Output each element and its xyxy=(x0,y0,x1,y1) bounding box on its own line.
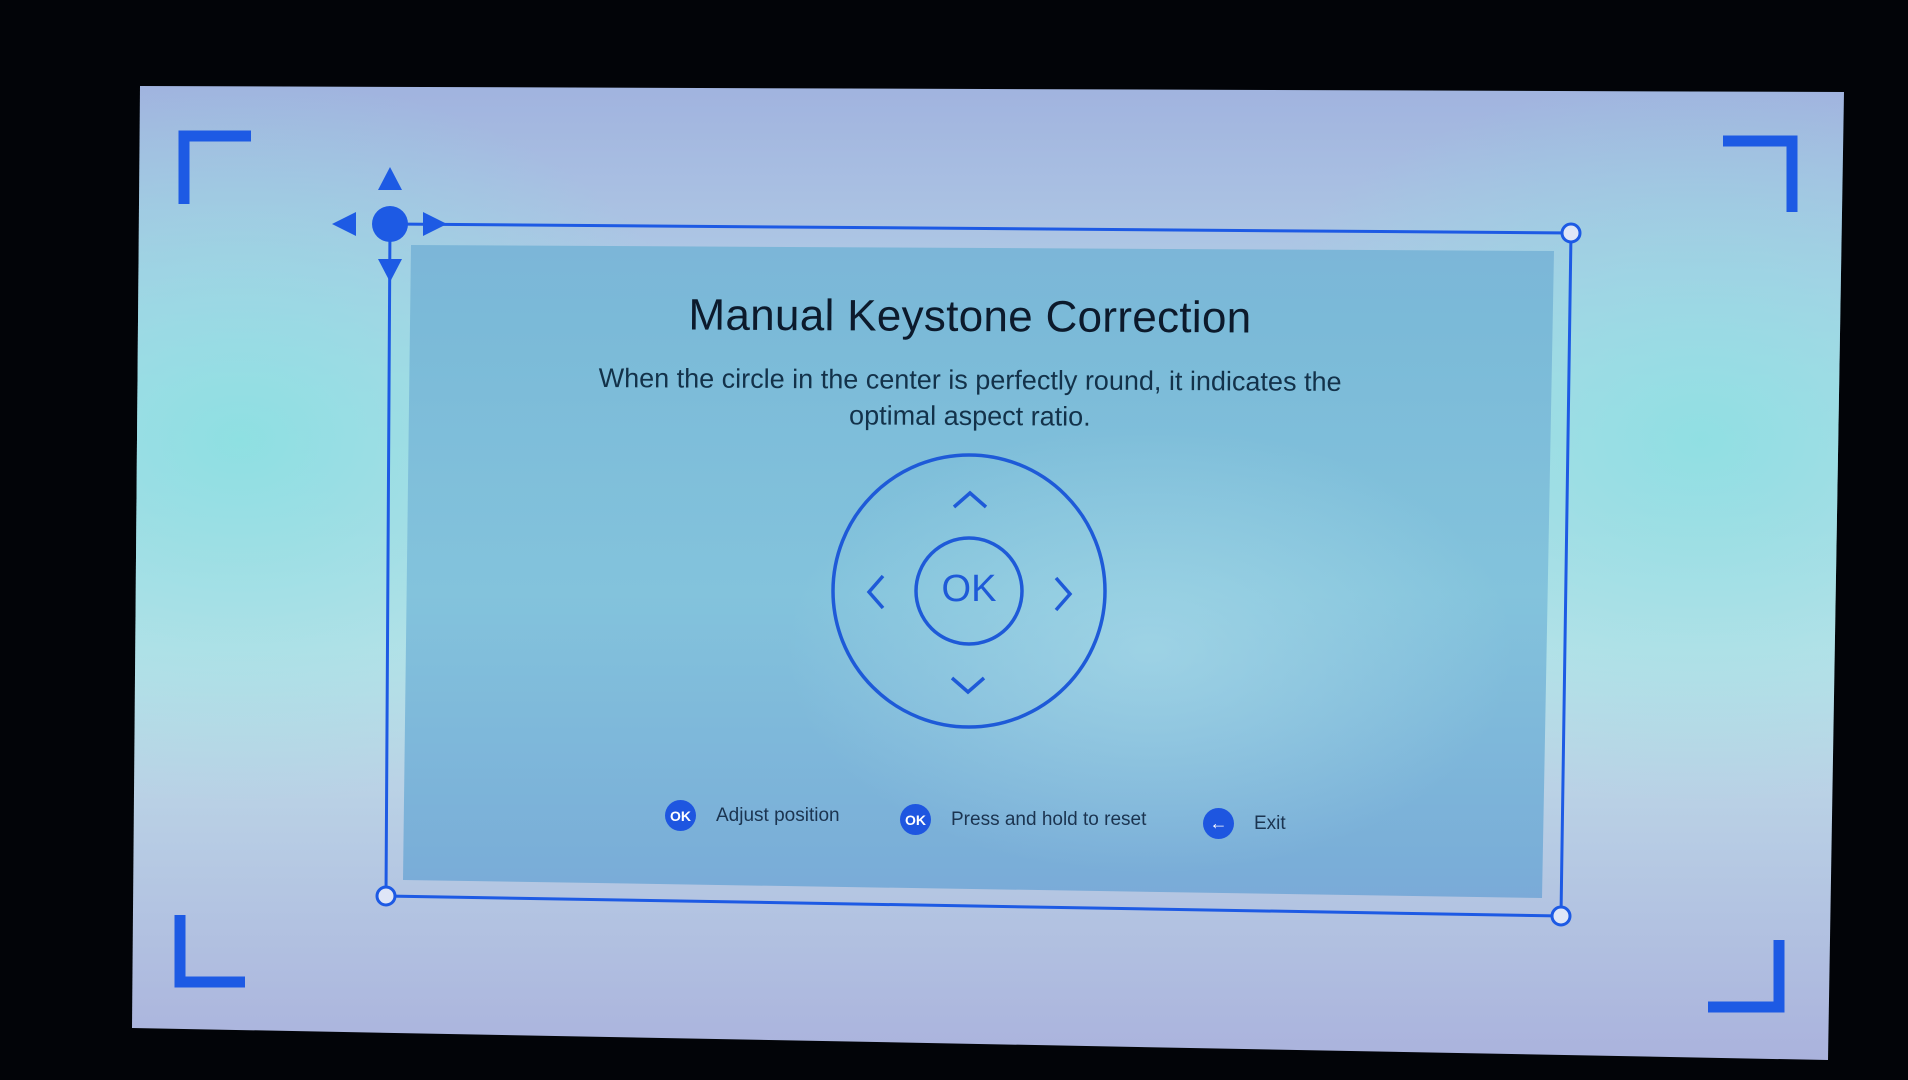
chevron-up-icon[interactable] xyxy=(952,490,988,509)
ok-button-icon: OK xyxy=(665,800,696,831)
hint-press-hold-reset: OK Press and hold to reset xyxy=(900,804,1146,835)
corner-bracket-top-right xyxy=(1723,135,1798,212)
ok-button-icon: OK xyxy=(900,804,931,835)
description-line-2: optimal aspect ratio. xyxy=(849,400,1091,432)
keystone-screen: Manual Keystone Correction When the circ… xyxy=(0,0,1908,1080)
page-title: Manual Keystone Correction xyxy=(688,290,1252,343)
corner-bracket-bottom-left xyxy=(174,915,245,988)
hint-label: Adjust position xyxy=(716,804,840,826)
corner-handle-bottom-right[interactable] xyxy=(1550,905,1572,927)
corner-bracket-bottom-right xyxy=(1708,940,1785,1013)
hint-label: Exit xyxy=(1254,812,1286,834)
chevron-right-icon[interactable] xyxy=(1054,576,1073,612)
hint-label: Press and hold to reset xyxy=(951,808,1147,830)
back-arrow-icon: ← xyxy=(1203,808,1234,839)
hint-adjust-position: OK Adjust position xyxy=(665,800,840,831)
page-description: When the circle in the center is perfect… xyxy=(560,360,1380,436)
keystone-overlay xyxy=(174,130,1798,1013)
corner-handle-top-right[interactable] xyxy=(1560,222,1582,244)
chevron-left-icon[interactable] xyxy=(866,574,885,610)
dpad-ok-label: OK xyxy=(941,568,997,610)
description-line-1: When the circle in the center is perfect… xyxy=(598,363,1342,397)
chevron-down-icon[interactable] xyxy=(950,676,986,695)
corner-handle-bottom-left[interactable] xyxy=(375,885,397,907)
hint-exit: ← Exit xyxy=(1203,808,1286,839)
move-arrows-icon[interactable] xyxy=(332,167,447,282)
corner-bracket-top-left xyxy=(178,130,251,204)
